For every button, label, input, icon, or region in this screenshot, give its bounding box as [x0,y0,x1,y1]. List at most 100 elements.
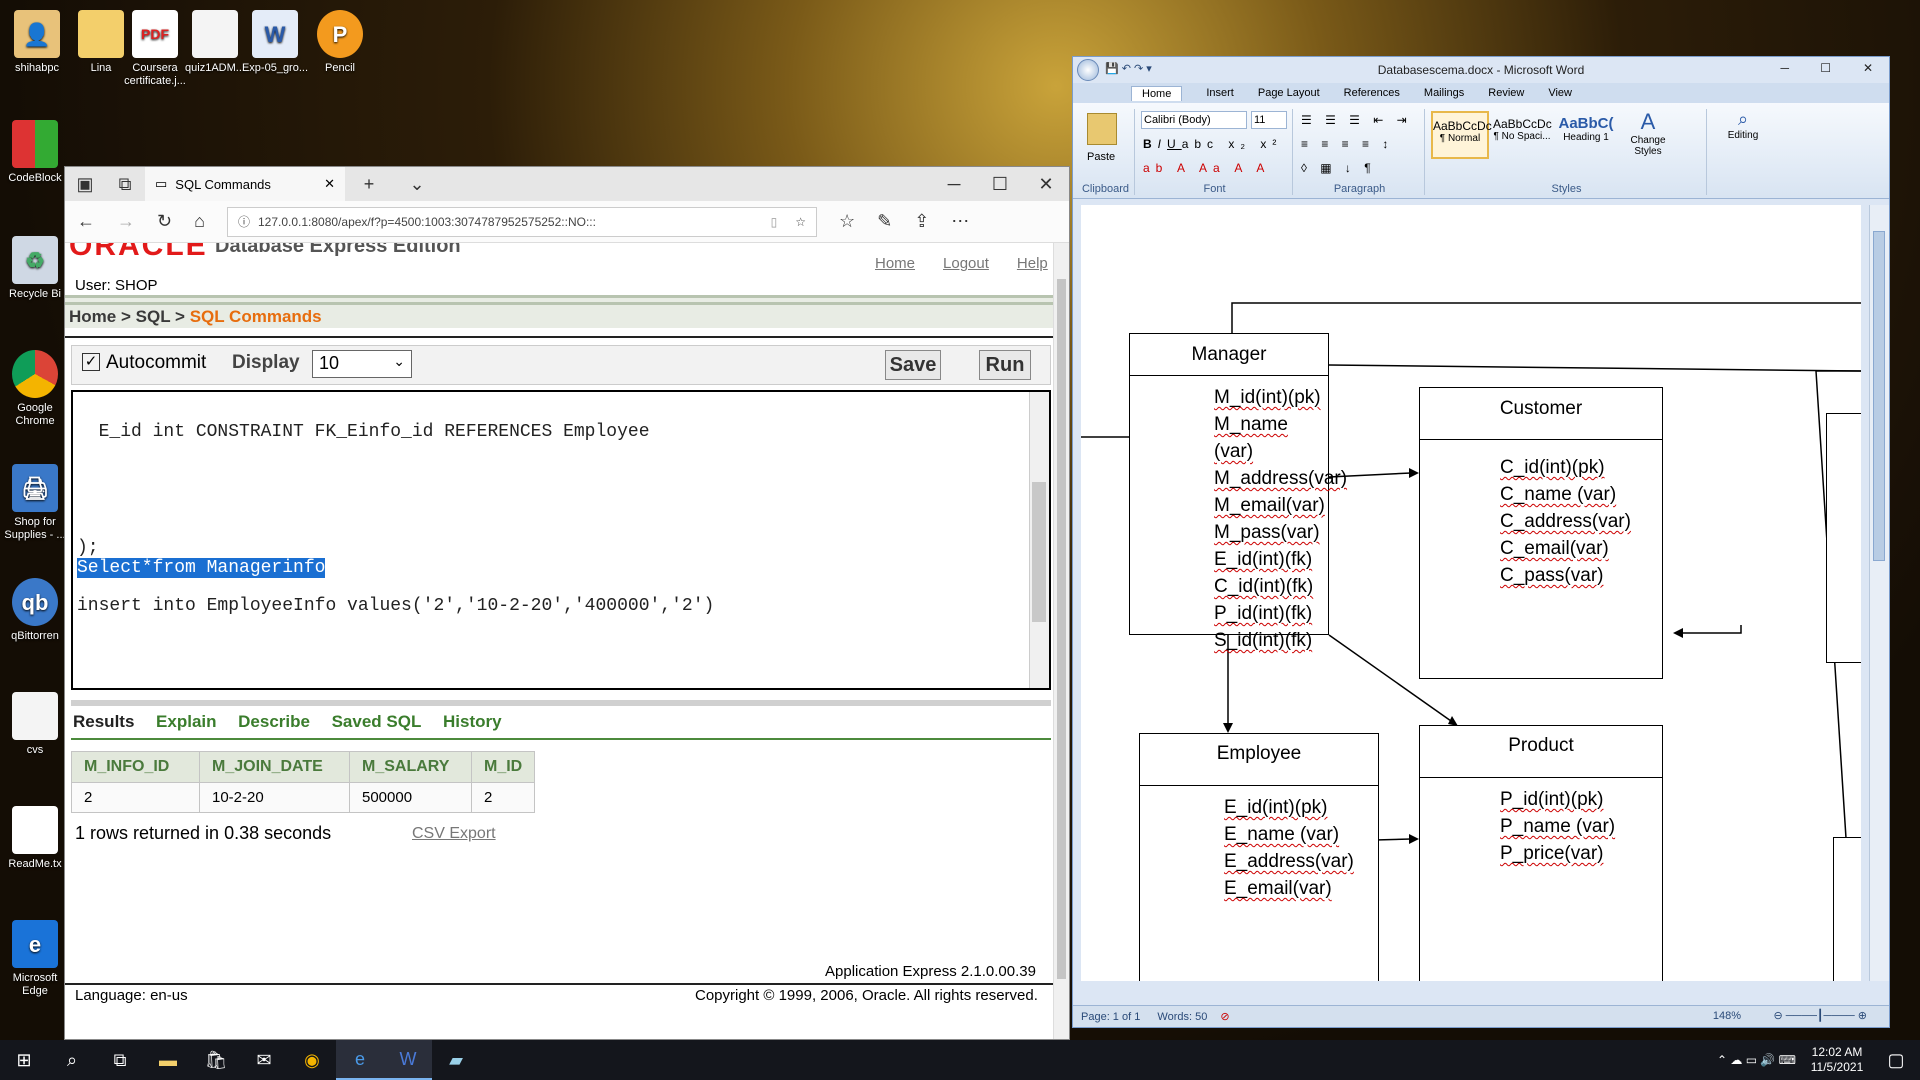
word-count[interactable]: Words: 50 [1157,1011,1207,1023]
autocommit-checkbox[interactable]: ✓ [82,353,100,371]
change-styles-button[interactable]: A Change Styles [1627,109,1669,157]
pen-icon[interactable]: ✎ [877,211,892,232]
refresh-icon[interactable]: ↻ [157,211,172,232]
home-icon[interactable]: ⌂ [194,211,205,232]
style-normal[interactable]: AaBbCcDc ¶ Normal [1431,111,1492,159]
back-icon[interactable]: ← [77,211,95,232]
page-count[interactable]: Page: 1 of 1 [1081,1011,1140,1023]
tab-page-layout[interactable]: Page Layout [1258,87,1320,99]
task-view-icon[interactable]: ⧉ [96,1040,144,1080]
set-aside-tabs-icon[interactable]: ⧉ [105,167,145,204]
tab-view[interactable]: View [1548,87,1572,99]
display-select[interactable]: 10 ⌄ [312,350,412,378]
info-icon: ⓘ [237,215,250,229]
list-buttons[interactable]: ☰ ☰ ☰ ⇤ ⇥ [1301,113,1412,127]
paste-button[interactable]: Paste [1087,151,1115,163]
mail-icon[interactable]: ✉ [240,1040,288,1080]
quick-access-icon[interactable]: 💾 ↶ ↷ ▾ [1105,62,1152,75]
color-buttons[interactable]: ab A Aa A A [1143,161,1270,175]
new-tab-icon[interactable]: + [345,167,393,204]
desktop-icon-readme[interactable]: ReadMe.tx [0,806,70,871]
tab-actions-icon[interactable]: ▣ [65,167,105,204]
tab-history[interactable]: History [443,712,502,731]
notification-icon[interactable]: ▢ [1872,1040,1920,1080]
desktop-icon-word-doc[interactable]: W Exp-05_gro... [240,10,310,75]
forward-icon[interactable]: → [117,211,135,232]
tab-saved-sql[interactable]: Saved SQL [332,712,422,731]
reading-view-icon[interactable]: ▯ [771,215,778,229]
desktop-icon-pencil[interactable]: P Pencil [305,10,375,75]
star-icon[interactable]: ☆ [795,215,806,229]
desktop-icon-edge[interactable]: e Microsoft Edge [0,920,70,998]
zoom-level[interactable]: 148% [1713,1010,1741,1022]
tab-mailings[interactable]: Mailings [1424,87,1464,99]
align-buttons[interactable]: ≡ ≡ ≡ ≡ ↕ [1301,137,1393,151]
desktop-icon-chrome[interactable]: Google Chrome [0,350,70,428]
file-explorer-icon[interactable]: ▬ [144,1040,192,1080]
document-page[interactable]: Manager M_id(int)(pk) M_name (var) M_add… [1081,205,1861,981]
office-button-icon[interactable] [1077,59,1099,81]
style-preview: AaBbCcDc [1433,119,1492,133]
tab-sql-commands[interactable]: ▭ SQL Commands ✕ [145,167,345,201]
editor-line: ); [77,538,99,558]
shading-buttons[interactable]: ◊ ▦ ↓ ¶ [1301,161,1376,175]
minimize-icon[interactable]: ─ [931,167,977,204]
tab-home[interactable]: Home [1131,85,1183,101]
desktop-icon-recycle-bin[interactable]: ♻ Recycle Bi [0,236,70,301]
tray-icons[interactable]: ⌃ ☁ ▭ 🔊 ⌨ [1711,1040,1802,1080]
help-link[interactable]: Help [1017,255,1048,272]
edge-icon[interactable]: e [336,1040,384,1080]
field: C_email(var) [1500,538,1609,559]
desktop-icon-qbittorrent[interactable]: qb qBittorren [0,578,70,643]
tab-explain[interactable]: Explain [156,712,216,731]
minimize-icon[interactable]: ─ [1780,61,1789,75]
csv-export-link[interactable]: CSV Export [412,825,496,843]
tab-insert[interactable]: Insert [1206,87,1234,99]
close-icon[interactable]: ✕ [1023,167,1069,204]
breadcrumb-home[interactable]: Home [69,307,116,326]
close-tab-icon[interactable]: ✕ [324,176,335,192]
save-button[interactable]: Save [885,350,941,380]
field: P_price(var) [1500,843,1604,864]
desktop-icon-codeblocks[interactable]: CodeBlock [0,120,70,185]
font-name-select[interactable]: Calibri (Body) [1141,111,1247,129]
word-icon[interactable]: W [384,1040,432,1080]
notepad-icon[interactable]: ▰ [432,1040,480,1080]
favorites-icon[interactable]: ☆ [839,211,855,232]
style-no-spacing[interactable]: AaBbCcDc ¶ No Spaci... [1493,111,1552,159]
zoom-slider[interactable]: ⊖ ────┃──── ⊕ [1773,1009,1867,1022]
clock[interactable]: 12:02 AM 11/5/2021 [1802,1045,1872,1075]
page-scrollbar[interactable] [1053,243,1069,1039]
address-bar[interactable]: ⓘ 127.0.0.1:8080/apex/f?p=4500:1003:3074… [226,206,817,237]
run-button[interactable]: Run [979,350,1031,380]
chrome-icon[interactable]: ◉ [288,1040,336,1080]
store-icon[interactable]: 🛍 [192,1040,240,1080]
share-icon[interactable]: ⇪ [914,211,929,232]
word-scrollbar[interactable] [1869,205,1889,981]
proofing-icon[interactable]: ⊘ [1220,1011,1229,1023]
editing-button[interactable]: ⌕ Editing [1721,109,1765,141]
sql-editor[interactable]: E_id int CONSTRAINT FK_Einfo_id REFERENC… [71,390,1051,690]
desktop-icon-cvs[interactable]: cvs [0,692,70,757]
format-buttons[interactable]: BIUabc x₂ x² [1143,137,1282,151]
home-link[interactable]: Home [875,255,915,272]
desktop-icon-user[interactable]: 👤 shihabpc [2,10,72,75]
logout-link[interactable]: Logout [943,255,989,272]
maximize-icon[interactable]: ☐ [1820,61,1831,75]
close-icon[interactable]: ✕ [1863,61,1873,75]
desktop-icon-shop-supplies[interactable]: 🖨 Shop for Supplies - ... [0,464,70,542]
style-heading-1[interactable]: AaBbC(Heading 1 [1555,111,1617,159]
maximize-icon[interactable]: ☐ [977,167,1023,204]
windows-start-icon[interactable]: ⊞ [0,1040,48,1080]
chevron-down-icon[interactable]: ⌄ [393,167,441,204]
tab-review[interactable]: Review [1488,87,1524,99]
paste-icon[interactable] [1087,113,1117,145]
tab-describe[interactable]: Describe [238,712,310,731]
more-icon[interactable]: ⋯ [951,211,969,232]
font-size-select[interactable]: 11 [1251,111,1287,129]
tab-references[interactable]: References [1344,87,1400,99]
editor-scrollbar[interactable] [1029,392,1049,688]
search-icon[interactable]: ⌕ [48,1040,96,1080]
tab-results[interactable]: Results [73,712,134,731]
breadcrumb-sql[interactable]: SQL [136,307,171,326]
